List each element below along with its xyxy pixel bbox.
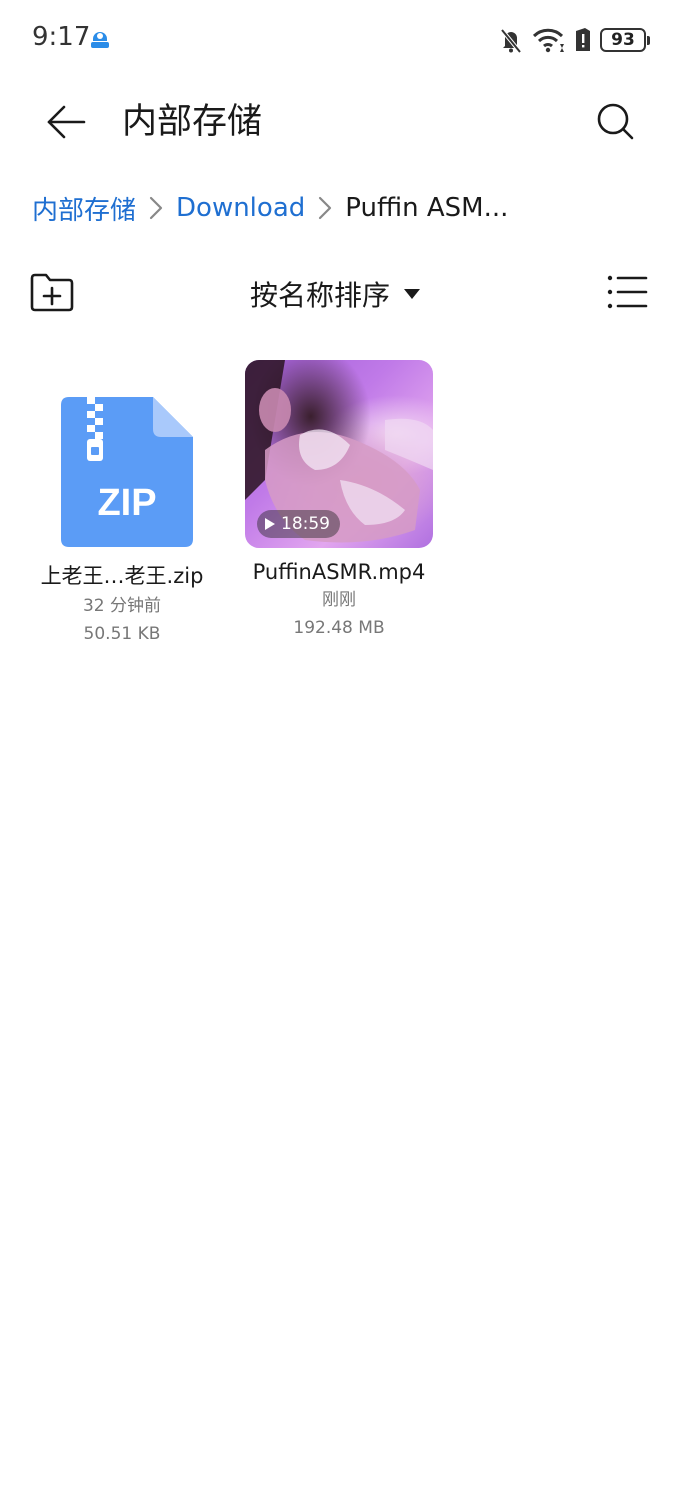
search-icon <box>597 103 634 140</box>
toolbar: 按名称排序 <box>0 266 680 322</box>
chevron-right-icon <box>142 194 170 222</box>
breadcrumb-internal-storage[interactable]: 内部存储 <box>32 190 136 227</box>
video-duration-badge: 18:59 <box>257 510 340 538</box>
file-thumbnail: 18:59 <box>245 360 433 548</box>
title-bar: 内部存储 <box>0 80 680 164</box>
status-icons: 93 <box>498 24 650 56</box>
zip-label: ZIP <box>97 482 156 524</box>
file-item-video[interactable]: 18:59 PuffinASMR.mp4 刚刚 192.48 MB <box>241 360 437 640</box>
list-view-icon <box>607 275 648 309</box>
mute-bell-icon <box>500 28 522 54</box>
status-bar: 9:17 93 <box>0 0 680 80</box>
zip-file-icon: ZIP <box>61 397 193 547</box>
breadcrumb: 内部存储 Download Puffin ASM... <box>32 186 508 230</box>
breadcrumb-download[interactable]: Download <box>176 193 305 223</box>
battery-indicator: 93 <box>600 28 650 52</box>
file-name: 上老王…老王.zip <box>40 564 204 588</box>
back-arrow-icon <box>47 105 86 139</box>
status-time: 9:17 <box>32 22 91 52</box>
back-button[interactable] <box>40 98 92 146</box>
sort-label: 按名称排序 <box>250 279 391 312</box>
new-folder-icon <box>30 273 74 312</box>
breadcrumb-current-folder: Puffin ASM... <box>345 193 509 223</box>
wifi-icon <box>532 28 564 53</box>
file-modified-time: 32 分钟前 <box>82 596 162 616</box>
new-folder-button[interactable] <box>28 270 76 314</box>
play-icon <box>265 518 275 530</box>
sort-dropdown[interactable]: 按名称排序 <box>250 270 421 318</box>
file-size: 192.48 MB <box>293 618 385 638</box>
video-duration: 18:59 <box>281 514 330 534</box>
page-title: 内部存储 <box>122 102 263 142</box>
search-button[interactable] <box>590 96 642 148</box>
file-thumbnail: ZIP <box>28 360 216 548</box>
file-size: 50.51 KB <box>83 624 161 644</box>
app-notification-icon <box>91 32 109 48</box>
file-item-zip[interactable]: ZIP 上老王…老王.zip 32 分钟前 50.51 KB <box>24 360 220 646</box>
file-name: PuffinASMR.mp4 <box>252 560 426 584</box>
video-thumbnail: 18:59 <box>245 360 433 548</box>
chevron-right-icon <box>311 194 339 222</box>
sim-alert-icon <box>576 28 590 51</box>
caret-down-icon <box>404 289 421 299</box>
list-view-button[interactable] <box>606 272 650 312</box>
file-modified-time: 刚刚 <box>322 590 356 610</box>
